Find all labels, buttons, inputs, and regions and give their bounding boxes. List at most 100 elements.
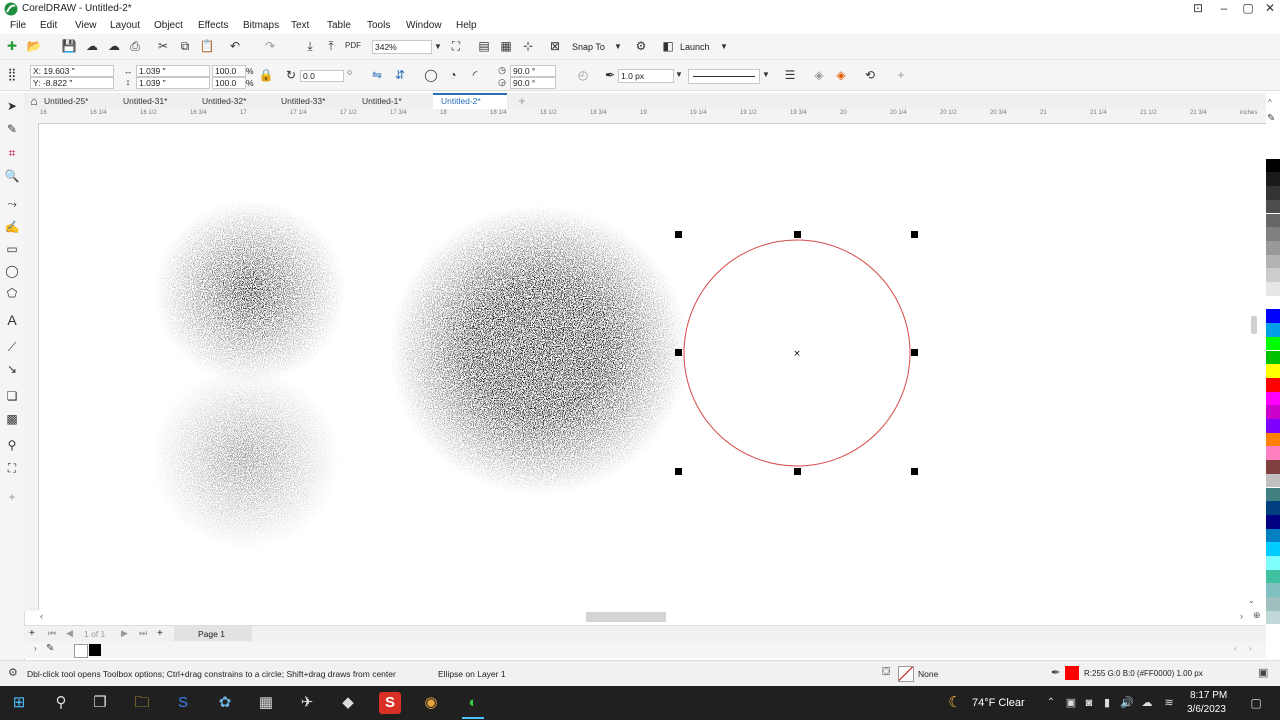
palette-swatch[interactable] xyxy=(1266,514,1280,529)
palette-swatch[interactable] xyxy=(1266,268,1280,282)
selection-handle-bottom-left[interactable] xyxy=(675,468,682,475)
to-front-icon[interactable]: ◈ xyxy=(833,67,849,83)
open-icon[interactable]: 📂 xyxy=(26,38,42,54)
palette-swatch[interactable] xyxy=(1266,501,1280,515)
palette-swatch[interactable] xyxy=(1266,460,1280,474)
palette-swatch[interactable] xyxy=(1266,487,1280,502)
show-guidelines-icon[interactable]: ⊹ xyxy=(520,38,536,54)
zoom-level-field[interactable]: 342% xyxy=(372,40,432,54)
print-icon[interactable]: ⎙ xyxy=(127,38,143,54)
palette-swatch[interactable] xyxy=(1266,610,1280,625)
palette-swatch[interactable] xyxy=(1266,199,1280,214)
palette-swatch[interactable] xyxy=(1266,158,1280,173)
palette-swatch[interactable] xyxy=(1266,213,1280,228)
selection-handle-bottom[interactable] xyxy=(794,468,801,475)
horizontal-scrollbar[interactable]: ‹ › ⊕ xyxy=(38,610,1264,624)
weather-text[interactable]: 74°F Clear xyxy=(972,697,1025,709)
freehand-tool-icon[interactable]: ⤳ xyxy=(4,196,20,212)
coreldraw-taskbar-icon[interactable]: ◐ xyxy=(462,692,484,714)
tab-untitled-1[interactable]: Untitled-1* xyxy=(362,96,402,106)
restore-icon[interactable]: ⊡ xyxy=(1186,0,1210,18)
x-position-field[interactable]: X: 19.603 " xyxy=(30,65,114,77)
scale-y-field[interactable]: 100.0 xyxy=(212,77,246,89)
cloud-upload-icon[interactable]: ☁ xyxy=(84,38,100,54)
menu-window[interactable]: Window xyxy=(406,20,442,31)
app-tool-icon[interactable]: ✈ xyxy=(296,692,318,714)
palette-swatch[interactable] xyxy=(1266,405,1280,419)
show-grid-icon[interactable]: ▦ xyxy=(498,38,514,54)
weather-moon-icon[interactable]: ☾ xyxy=(944,692,966,714)
chevron-down-icon[interactable]: ▼ xyxy=(671,67,687,83)
launch-button[interactable]: Launch xyxy=(680,42,710,52)
horizontal-ruler[interactable]: 16 16 1/4 16 1/2 16 3/4 17 17 1/4 17 1/2 17 3/4… xyxy=(24,109,1266,124)
show-rulers-icon[interactable]: ▤ xyxy=(476,38,492,54)
polygon-tool-icon[interactable]: ⬠ xyxy=(4,285,20,301)
home-icon[interactable]: ⌂ xyxy=(26,93,42,109)
export-icon[interactable]: ⤒ xyxy=(323,38,339,54)
chevron-down-icon[interactable]: ▼ xyxy=(430,39,446,55)
cloud-download-icon[interactable]: ☁ xyxy=(106,38,122,54)
palette-swatch[interactable] xyxy=(1266,254,1280,269)
palette-swatch[interactable] xyxy=(1266,227,1280,241)
last-page-icon[interactable]: ⏭ xyxy=(139,628,147,639)
menu-tools[interactable]: Tools xyxy=(367,20,390,31)
ellipse-mode-icon[interactable]: ◯ xyxy=(423,67,439,83)
selection-handle-right[interactable] xyxy=(911,349,918,356)
menu-edit[interactable]: Edit xyxy=(40,20,57,31)
convert-to-curves-icon[interactable]: ⟲ xyxy=(862,67,878,83)
pie-mode-icon[interactable]: ◔ xyxy=(445,67,461,83)
palette-swatch[interactable] xyxy=(1266,391,1280,406)
menu-object[interactable]: Object xyxy=(154,20,183,31)
menu-table[interactable]: Table xyxy=(327,20,351,31)
chevron-down-icon[interactable]: ▼ xyxy=(716,39,732,55)
app-grid-icon[interactable]: ▦ xyxy=(255,692,277,714)
selection-handle-top[interactable] xyxy=(794,231,801,238)
tray-chevron-icon[interactable]: ⌃ xyxy=(1040,692,1062,714)
import-icon[interactable]: ⤓ xyxy=(302,38,318,54)
new-tab-icon[interactable]: + xyxy=(514,93,530,109)
tab-untitled-31[interactable]: Untitled-31* xyxy=(123,96,167,106)
color-dropper-icon[interactable]: ✎ xyxy=(1267,113,1275,124)
first-page-icon[interactable]: ⏮ xyxy=(48,628,56,639)
palette-swatch[interactable] xyxy=(1266,336,1280,351)
launch-icon[interactable]: ◧ xyxy=(660,38,676,54)
maximize-icon[interactable]: ▢ xyxy=(1236,0,1260,18)
palette-swatch[interactable] xyxy=(1266,446,1280,461)
prev-page-icon[interactable]: ◀ xyxy=(66,628,73,639)
palette-swatch[interactable] xyxy=(1266,542,1280,556)
save-icon[interactable]: 💾 xyxy=(61,38,77,54)
palette-swatch[interactable] xyxy=(1266,583,1280,598)
eyedropper-icon[interactable]: ✎ xyxy=(46,643,54,654)
zoom-navigator-icon[interactable]: ⊕ xyxy=(1253,610,1261,621)
no-color-swatch[interactable] xyxy=(74,644,88,658)
tray-battery-icon[interactable]: ▮ xyxy=(1096,692,1118,714)
palette-swatch[interactable] xyxy=(1266,432,1280,447)
tray-volume-icon[interactable]: 🔊 xyxy=(1116,692,1138,714)
selection-handle-top-right[interactable] xyxy=(911,231,918,238)
connector-tool-icon[interactable]: ↘ xyxy=(4,361,20,377)
tray-wifi-icon[interactable]: ≋ xyxy=(1158,692,1180,714)
palette-swatch[interactable] xyxy=(1266,240,1280,255)
copy-icon[interactable]: ⧉ xyxy=(177,38,193,54)
palette-swatch[interactable] xyxy=(1266,145,1280,159)
width-field[interactable]: 1.039 " xyxy=(136,65,210,77)
app-s-red-icon[interactable]: S xyxy=(379,692,401,714)
undo-icon[interactable]: ↶ xyxy=(227,38,243,54)
drawing-canvas[interactable]: × ⌄ xyxy=(39,124,1265,610)
tab-untitled-25[interactable]: Untitled-25* xyxy=(44,96,88,106)
add-page-after-icon[interactable]: + xyxy=(157,628,163,639)
chevron-down-icon[interactable]: ▼ xyxy=(610,39,626,55)
scroll-right-icon[interactable]: › xyxy=(1240,611,1243,621)
palette-swatch[interactable] xyxy=(1266,364,1280,378)
menu-layout[interactable]: Layout xyxy=(110,20,140,31)
palette-right-icon[interactable]: › xyxy=(1249,644,1252,653)
add-icon[interactable]: + xyxy=(893,67,909,83)
app-cube-icon[interactable]: ◆ xyxy=(337,692,359,714)
close-icon[interactable]: ✕ xyxy=(1258,0,1280,18)
shape-tool-icon[interactable]: ✎ xyxy=(4,121,20,137)
selection-handle-top-left[interactable] xyxy=(675,231,682,238)
palette-swatch[interactable] xyxy=(1266,295,1280,310)
scroll-left-icon[interactable]: ‹ xyxy=(40,611,43,621)
options-gear-icon[interactable]: ⚙ xyxy=(633,38,649,54)
scale-x-field[interactable]: 100.0 xyxy=(212,65,246,77)
